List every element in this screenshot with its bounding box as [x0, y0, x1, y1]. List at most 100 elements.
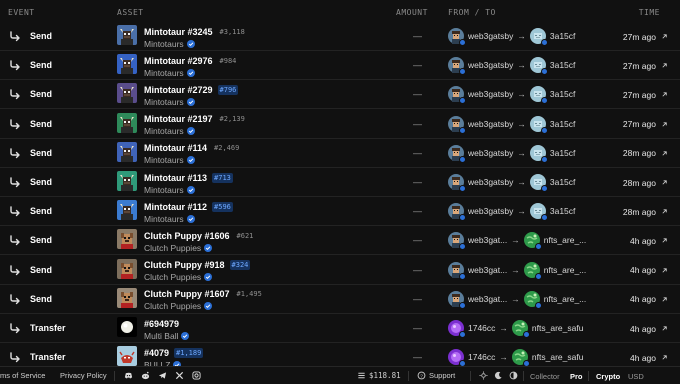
help-icon[interactable]: ?	[417, 371, 426, 380]
external-link-icon[interactable]	[661, 179, 668, 186]
to-user[interactable]: 3a15cf	[550, 89, 576, 99]
nft-thumbnail[interactable]	[117, 83, 137, 104]
time-ago[interactable]: 27m ago	[623, 61, 656, 71]
asset-name[interactable]: Clutch Puppy #1606	[144, 231, 230, 241]
to-avatar[interactable]	[523, 232, 542, 251]
to-user[interactable]: nfts_are_...	[544, 235, 587, 245]
to-user[interactable]: nfts_are_...	[544, 294, 587, 304]
from-avatar[interactable]	[448, 115, 466, 134]
asset-name[interactable]: Mintotaur #114	[144, 143, 207, 153]
to-user[interactable]: 3a15cf	[550, 148, 576, 158]
time-ago[interactable]: 28m ago	[623, 207, 656, 217]
from-user[interactable]: web3gat...	[468, 294, 507, 304]
to-avatar[interactable]	[511, 320, 530, 338]
to-avatar[interactable]	[523, 290, 542, 309]
from-user[interactable]: web3gatsby	[468, 206, 513, 216]
to-avatar[interactable]	[529, 57, 548, 76]
x-icon[interactable]	[175, 371, 184, 380]
to-user[interactable]: nfts_are_...	[544, 265, 587, 275]
to-user[interactable]: 3a15cf	[550, 206, 576, 216]
table-row[interactable]: Send Mintotaur #2197 #2,139 Mintotaurs —…	[0, 110, 680, 139]
asset-name[interactable]: #694979	[144, 319, 179, 329]
asset-name[interactable]: Mintotaur #113	[144, 173, 207, 183]
nft-thumbnail[interactable]	[117, 258, 137, 279]
from-avatar[interactable]	[448, 174, 466, 192]
asset-name[interactable]: Mintotaur #3245	[144, 27, 213, 37]
pro-mode-toggle[interactable]: Pro	[567, 371, 586, 382]
collection-name[interactable]: Mintotaurs	[144, 39, 184, 49]
to-avatar[interactable]	[529, 144, 548, 163]
reddit-icon[interactable]	[141, 371, 150, 380]
time-ago[interactable]: 27m ago	[623, 119, 656, 129]
external-link-icon[interactable]	[661, 62, 668, 69]
collection-name[interactable]: Clutch Puppies	[144, 301, 201, 311]
to-avatar[interactable]	[529, 203, 548, 222]
time-ago[interactable]: 27m ago	[623, 32, 656, 42]
support-link[interactable]: Support	[429, 371, 455, 380]
from-avatar[interactable]	[448, 144, 466, 163]
nft-thumbnail[interactable]	[117, 171, 137, 191]
table-row[interactable]: Send Mintotaur #113 #713 Mintotaurs — we…	[0, 168, 680, 197]
asset-name[interactable]: Clutch Puppy #918	[144, 260, 225, 270]
collection-name[interactable]: Mintotaurs	[144, 126, 184, 136]
nft-thumbnail[interactable]	[117, 229, 137, 250]
nft-thumbnail[interactable]	[117, 346, 137, 367]
collection-name[interactable]: Mintotaurs	[144, 185, 184, 195]
to-user[interactable]: nfts_are_safu	[532, 352, 584, 362]
nft-thumbnail[interactable]	[117, 287, 137, 308]
from-avatar[interactable]	[448, 28, 466, 46]
external-link-icon[interactable]	[661, 296, 668, 303]
from-user[interactable]: web3gatsby	[468, 177, 513, 187]
collection-name[interactable]: Clutch Puppies	[144, 272, 201, 282]
from-user[interactable]: web3gatsby	[468, 89, 513, 99]
external-link-icon[interactable]	[661, 91, 668, 98]
to-avatar[interactable]	[523, 261, 542, 280]
table-row[interactable]: Send Mintotaur #3245 #3,118 Mintotaurs —…	[0, 22, 680, 51]
collection-name[interactable]: Mintotaurs	[144, 68, 184, 78]
external-link-icon[interactable]	[661, 33, 668, 40]
external-link-icon[interactable]	[661, 150, 668, 157]
collection-name[interactable]: Mintotaurs	[144, 214, 184, 224]
asset-name[interactable]: Mintotaur #112	[144, 202, 207, 212]
time-ago[interactable]: 4h ago	[630, 353, 656, 363]
nft-thumbnail[interactable]	[117, 112, 137, 133]
to-avatar[interactable]	[529, 86, 548, 105]
usd-currency-toggle[interactable]: USD	[625, 371, 647, 382]
nft-thumbnail[interactable]	[117, 25, 137, 45]
nft-thumbnail[interactable]	[117, 54, 137, 75]
table-row[interactable]: Send Mintotaur #2976 #984 Mintotaurs — w…	[0, 51, 680, 81]
table-row[interactable]: Send Clutch Puppy #1606 #621 Clutch Pupp…	[0, 226, 680, 256]
asset-name[interactable]: Mintotaur #2729	[144, 85, 213, 95]
from-user[interactable]: web3gat...	[468, 235, 507, 245]
from-avatar[interactable]	[448, 261, 466, 280]
time-ago[interactable]: 28m ago	[623, 178, 656, 188]
external-link-icon[interactable]	[661, 267, 668, 274]
external-link-icon[interactable]	[661, 325, 668, 332]
table-row[interactable]: Send Mintotaur #112 #596 Mintotaurs — we…	[0, 197, 680, 227]
terms-link[interactable]: ms of Service	[0, 371, 45, 380]
from-avatar[interactable]	[448, 349, 466, 368]
collector-mode-toggle[interactable]: Collector	[527, 371, 563, 382]
crypto-currency-toggle[interactable]: Crypto	[593, 371, 623, 382]
from-avatar[interactable]	[448, 203, 466, 222]
from-avatar[interactable]	[448, 290, 466, 309]
table-row[interactable]: Send Mintotaur #2729 #796 Mintotaurs — w…	[0, 80, 680, 110]
nft-thumbnail[interactable]	[117, 317, 137, 337]
to-user[interactable]: 3a15cf	[550, 60, 576, 70]
collection-name[interactable]: Mintotaurs	[144, 155, 184, 165]
collection-name[interactable]: Multi Ball	[144, 331, 178, 341]
time-ago[interactable]: 28m ago	[623, 148, 656, 158]
time-ago[interactable]: 4h ago	[630, 324, 656, 334]
table-row[interactable]: Send Clutch Puppy #1607 #1,495 Clutch Pu…	[0, 285, 680, 314]
table-row[interactable]: Transfer #694979 Multi Ball — 1746cc → n…	[0, 314, 680, 343]
moon-icon[interactable]	[494, 371, 503, 380]
asset-name[interactable]: Mintotaur #2976	[144, 56, 213, 66]
asset-name[interactable]: Mintotaur #2197	[144, 114, 213, 124]
discord-icon[interactable]	[124, 371, 133, 380]
to-user[interactable]: 3a15cf	[550, 119, 576, 129]
contrast-icon[interactable]	[509, 371, 518, 380]
from-avatar[interactable]	[448, 232, 466, 251]
time-ago[interactable]: 4h ago	[630, 265, 656, 275]
instagram-icon[interactable]	[192, 371, 201, 380]
to-avatar[interactable]	[529, 115, 548, 134]
